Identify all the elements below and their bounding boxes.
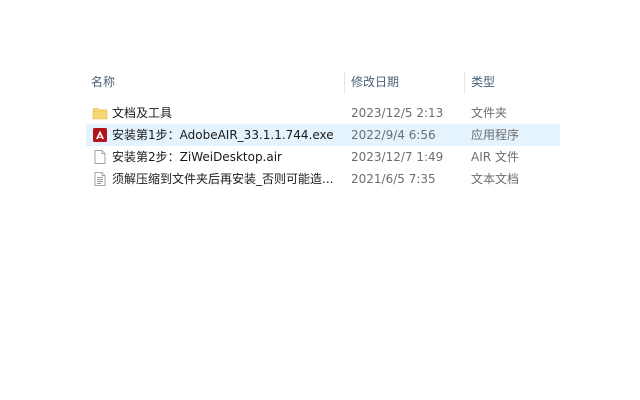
file-row-txt[interactable]: 须解压缩到文件夹后再安装_否则可能造... 2021/6/5 7:35 文本文档 — [86, 168, 560, 190]
file-list: 名称 修改日期 类型 文档及工具 2023/12/5 2:13 文件夹 安装第1… — [86, 70, 560, 190]
file-name: 安装第2步：ZiWeiDesktop.air — [112, 150, 282, 164]
file-type: 文本文档 — [471, 172, 520, 186]
column-header-row: 名称 修改日期 类型 — [86, 70, 560, 94]
blank-file-icon — [94, 150, 106, 164]
column-divider[interactable] — [344, 72, 345, 94]
file-row-exe[interactable]: 安装第1步：AdobeAIR_33.1.1.744.exe 2022/9/4 6… — [86, 124, 560, 146]
file-name: 安装第1步：AdobeAIR_33.1.1.744.exe — [112, 128, 334, 142]
column-header-date[interactable]: 修改日期 — [346, 70, 464, 94]
folder-icon — [92, 108, 108, 120]
text-document-icon — [94, 172, 106, 186]
adobe-air-app-icon — [93, 128, 107, 142]
file-name: 须解压缩到文件夹后再安装_否则可能造... — [112, 172, 334, 186]
file-date: 2021/6/5 7:35 — [351, 172, 436, 186]
file-rows: 文档及工具 2023/12/5 2:13 文件夹 安装第1步：AdobeAIR_… — [86, 102, 560, 190]
file-date: 2022/9/4 6:56 — [351, 128, 436, 142]
file-row-air[interactable]: 安装第2步：ZiWeiDesktop.air 2023/12/7 1:49 AI… — [86, 146, 560, 168]
column-header-name[interactable]: 名称 — [86, 70, 344, 94]
file-name: 文档及工具 — [112, 106, 173, 120]
file-date: 2023/12/5 2:13 — [351, 106, 444, 120]
file-row-folder[interactable]: 文档及工具 2023/12/5 2:13 文件夹 — [86, 102, 560, 124]
file-type: 文件夹 — [471, 106, 508, 120]
column-header-type[interactable]: 类型 — [466, 70, 560, 94]
file-type: 应用程序 — [471, 128, 520, 142]
column-divider[interactable] — [464, 72, 465, 94]
file-type: AIR 文件 — [471, 150, 519, 164]
file-date: 2023/12/7 1:49 — [351, 150, 444, 164]
